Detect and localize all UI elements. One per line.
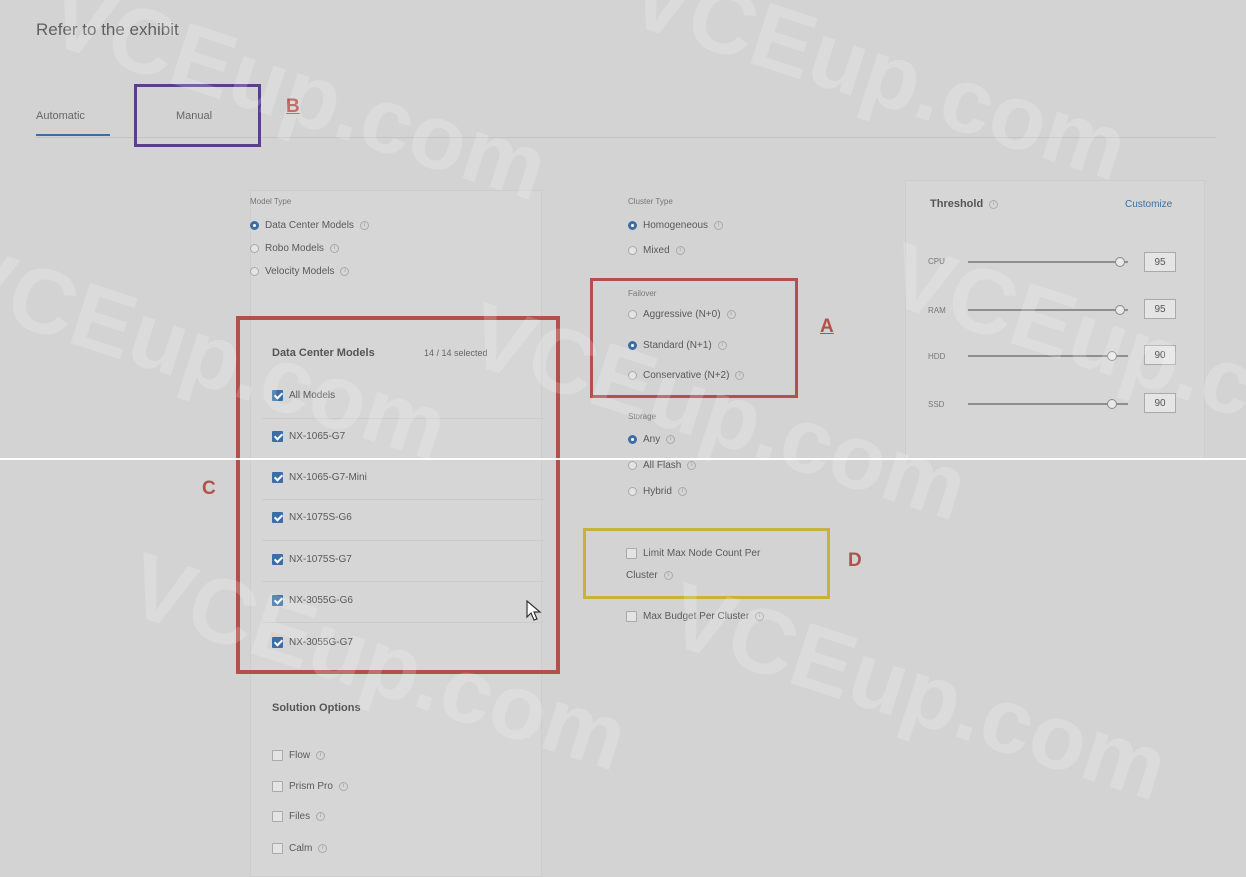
- annotation-marker-d: D: [848, 550, 862, 571]
- annotation-marker-c: C: [202, 478, 216, 499]
- ram-threshold-input[interactable]: 95: [1144, 299, 1176, 319]
- cluster-type-label: Cluster Type: [628, 197, 673, 206]
- image-split-line: [0, 458, 1246, 460]
- checkbox-max-budget[interactable]: Max Budget Per Cluster i: [626, 611, 765, 622]
- info-icon: i: [340, 267, 350, 276]
- info-icon: i: [316, 812, 326, 821]
- info-icon: i: [666, 435, 676, 444]
- checkbox-label: Prism Pro: [289, 781, 333, 792]
- threshold-heading: Threshold i: [930, 198, 999, 210]
- threshold-label: SSD: [928, 400, 945, 409]
- radio-selected-icon: [250, 221, 259, 230]
- annotation-box-c: [236, 316, 560, 674]
- checkbox-label: Calm: [289, 843, 313, 854]
- hdd-slider[interactable]: [968, 355, 1128, 357]
- radio-homogeneous[interactable]: Homogeneous i: [628, 220, 724, 231]
- checkbox-icon: [272, 781, 283, 792]
- hdd-threshold-input[interactable]: 90: [1144, 345, 1176, 365]
- active-tab-indicator: [36, 134, 110, 136]
- slider-handle[interactable]: [1115, 257, 1125, 267]
- info-icon: i: [675, 246, 685, 255]
- threshold-panel: [905, 180, 1205, 460]
- ram-slider[interactable]: [968, 309, 1128, 311]
- radio-all-flash[interactable]: All Flash i: [628, 460, 697, 471]
- info-icon: i: [989, 199, 999, 209]
- solution-options-title: Solution Options: [272, 702, 361, 714]
- info-icon: i: [714, 221, 724, 230]
- threshold-label: HDD: [928, 352, 946, 361]
- info-icon: i: [755, 612, 765, 621]
- radio-any[interactable]: Any i: [628, 434, 676, 445]
- checkbox-files[interactable]: Files i: [272, 811, 326, 822]
- radio-icon: [250, 267, 259, 276]
- checkbox-icon: [272, 843, 283, 854]
- checkbox-icon: [272, 750, 283, 761]
- radio-icon: [628, 246, 637, 255]
- info-icon: i: [318, 844, 328, 853]
- info-icon: i: [316, 751, 326, 760]
- checkbox-calm[interactable]: Calm i: [272, 843, 328, 854]
- slider-handle[interactable]: [1107, 399, 1117, 409]
- radio-icon: [628, 461, 637, 470]
- slider-handle[interactable]: [1107, 351, 1117, 361]
- customize-link[interactable]: Customize: [1125, 199, 1172, 210]
- checkbox-label: Max Budget Per Cluster: [643, 611, 750, 622]
- checkbox-label: Flow: [289, 750, 311, 761]
- ssd-threshold-input[interactable]: 90: [1144, 393, 1176, 413]
- radio-label: All Flash: [643, 460, 682, 471]
- info-icon: i: [359, 221, 369, 230]
- info-icon: i: [677, 487, 687, 496]
- radio-label: Mixed: [643, 245, 670, 256]
- annotation-marker-a: A: [820, 316, 834, 337]
- radio-label: Robo Models: [265, 243, 324, 254]
- cpu-slider[interactable]: [968, 261, 1128, 263]
- threshold-label: RAM: [928, 306, 946, 315]
- checkbox-label: Files: [289, 811, 311, 822]
- slider-handle[interactable]: [1115, 305, 1125, 315]
- threshold-label: CPU: [928, 257, 945, 266]
- info-icon: i: [338, 782, 348, 791]
- radio-label: Any: [643, 434, 661, 445]
- radio-icon: [250, 244, 259, 253]
- storage-label: Storage: [628, 412, 657, 421]
- watermark: VCEup.com: [657, 563, 1180, 821]
- radio-label: Hybrid: [643, 486, 672, 497]
- annotation-box-b: [134, 84, 261, 147]
- annotation-marker-b: B: [286, 96, 300, 117]
- model-type-label: Model Type: [250, 197, 292, 206]
- checkbox-icon: [272, 811, 283, 822]
- annotation-box-a: [590, 278, 798, 398]
- radio-hybrid[interactable]: Hybrid i: [628, 486, 687, 497]
- radio-label: Data Center Models: [265, 220, 354, 231]
- threshold-title: Threshold: [930, 198, 984, 210]
- radio-mixed[interactable]: Mixed i: [628, 245, 685, 256]
- radio-selected-icon: [628, 221, 637, 230]
- checkbox-flow[interactable]: Flow i: [272, 750, 326, 761]
- mouse-cursor-icon: [526, 600, 542, 621]
- annotation-box-d: [583, 528, 830, 599]
- radio-label: Homogeneous: [643, 220, 709, 231]
- radio-label: Velocity Models: [265, 266, 335, 277]
- watermark: VCEup.com: [617, 0, 1140, 201]
- exhibit-header: Refer to the exhibit: [36, 20, 179, 39]
- radio-icon: [628, 487, 637, 496]
- tab-automatic[interactable]: Automatic: [36, 110, 85, 122]
- cpu-threshold-input[interactable]: 95: [1144, 252, 1176, 272]
- info-icon: i: [687, 461, 697, 470]
- radio-data-center-models[interactable]: Data Center Models i: [250, 220, 369, 231]
- radio-velocity-models[interactable]: Velocity Models i: [250, 266, 350, 277]
- radio-selected-icon: [628, 435, 637, 444]
- ssd-slider[interactable]: [968, 403, 1128, 405]
- checkbox-prism-pro[interactable]: Prism Pro i: [272, 781, 348, 792]
- radio-robo-models[interactable]: Robo Models i: [250, 243, 339, 254]
- info-icon: i: [329, 244, 339, 253]
- checkbox-icon: [626, 611, 637, 622]
